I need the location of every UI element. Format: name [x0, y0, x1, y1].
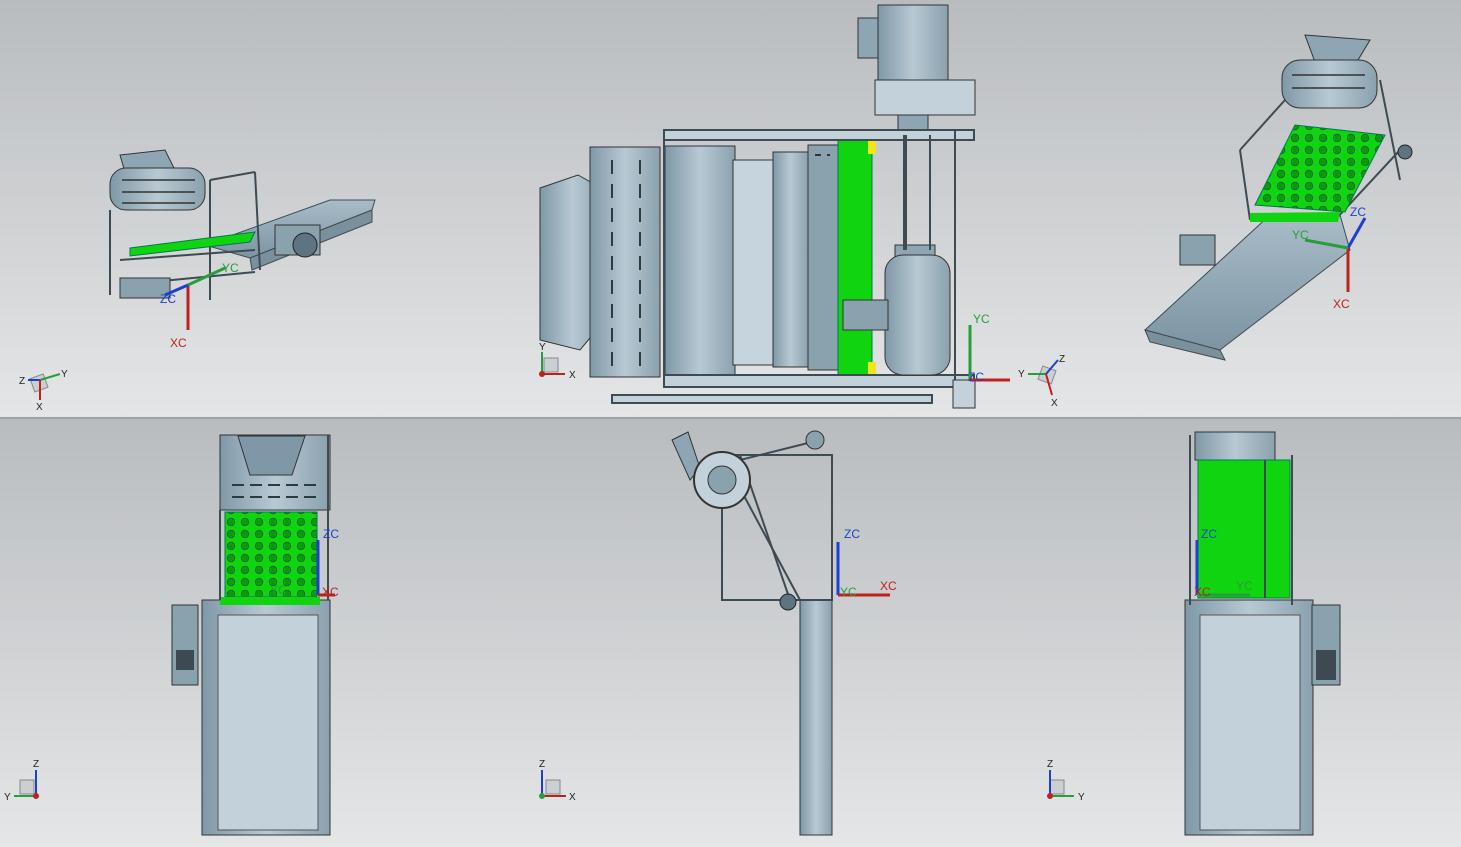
zc-label: ZC	[160, 292, 176, 306]
yc-label: YC	[973, 312, 990, 326]
triad-icon: Z X	[539, 759, 576, 803]
triad-y-label: Y	[1018, 369, 1025, 380]
yc-label: YC	[840, 585, 857, 599]
model-canvas[interactable]: XC ZC YC Y Z X YC ZC X Y XC ZC YC Y Z X …	[0, 0, 1461, 847]
triad-y-label: Y	[1078, 792, 1085, 803]
view-top[interactable]: YC ZC X Y	[539, 4, 1010, 409]
view-back[interactable]: ZC YC XC Z Y	[1047, 431, 1341, 836]
yc-label: YC	[1292, 228, 1309, 242]
triad-icon: Y Z X	[19, 369, 68, 413]
xc-label: XC	[170, 336, 187, 350]
triad-z-label: Z	[1047, 759, 1053, 770]
triad-icon: Z Y X	[4, 759, 39, 803]
triad-x-label: X	[36, 402, 43, 413]
triad-x-label: X	[1051, 398, 1058, 409]
triad-y-label: Y	[61, 369, 68, 380]
triad-y-label: Y	[4, 792, 11, 803]
zc-axis	[1346, 217, 1367, 249]
xc-label: XC	[1333, 297, 1350, 311]
triad-y-label: Y	[539, 342, 546, 353]
zc-label: ZC	[1350, 205, 1366, 219]
triad-z-label: Z	[19, 376, 25, 387]
triad-x-label: X	[569, 370, 576, 381]
triad-z-label: Z	[1059, 354, 1065, 365]
triad-icon: Z Y	[1047, 759, 1085, 803]
yc-label: YC	[270, 583, 287, 597]
triad-icon: Y Z X	[1018, 354, 1065, 409]
zc-label: ZC	[1201, 527, 1217, 541]
view-iso-left[interactable]: XC ZC YC Y Z X	[19, 149, 376, 413]
triad-z-label: Z	[33, 759, 39, 770]
yc-label: YC	[222, 261, 239, 275]
xc-label: XC	[1194, 585, 1211, 599]
xc-label: XC	[880, 579, 897, 593]
view-side[interactable]: ZC XC YC Z X	[539, 430, 897, 836]
view-iso-right[interactable]: XC ZC YC Y Z X	[1018, 34, 1413, 409]
view-front[interactable]: ZC XC YC Z Y X	[4, 434, 339, 836]
yc-axis	[187, 266, 226, 287]
yc-label: YC	[1236, 579, 1253, 593]
triad-x-label: X	[569, 792, 576, 803]
xc-label: XC	[322, 585, 339, 599]
zc-label: ZC	[323, 527, 339, 541]
zc-label: ZC	[968, 370, 984, 384]
triad-z-label: Z	[539, 759, 545, 770]
zc-label: ZC	[844, 527, 860, 541]
cad-viewport[interactable]: XC ZC YC Y Z X YC ZC X Y XC ZC YC Y Z X …	[0, 0, 1461, 847]
